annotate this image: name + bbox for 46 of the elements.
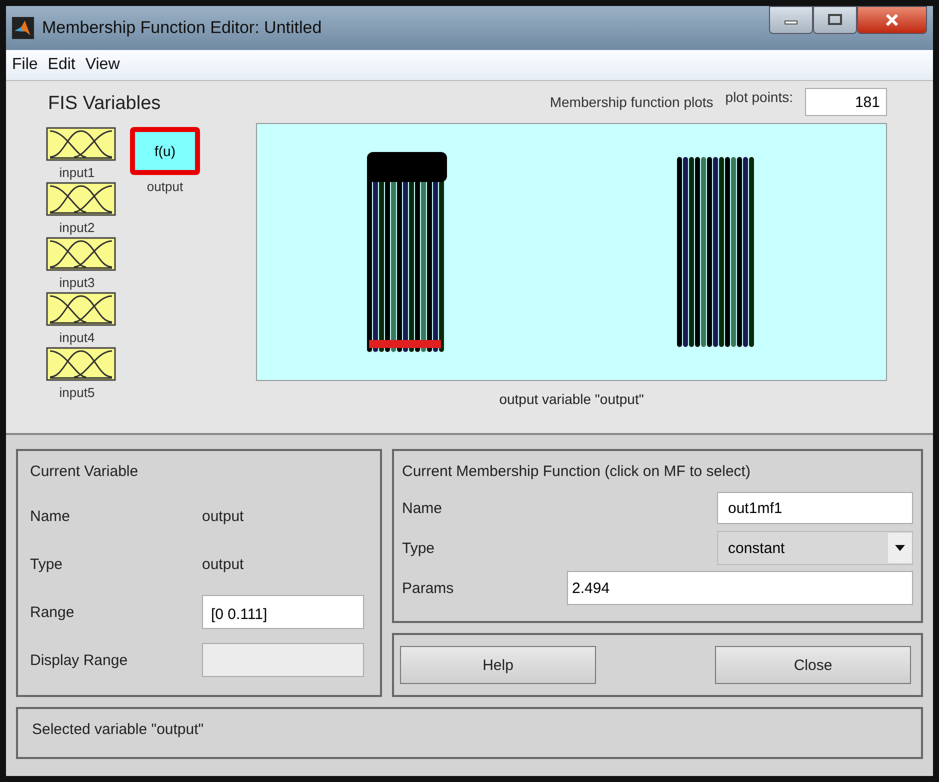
close-icon (884, 13, 900, 27)
input-variable-icon[interactable] (46, 182, 116, 216)
section-title: FIS Variables (48, 93, 162, 115)
field-label: Name (402, 500, 442, 516)
field-label: Range (30, 604, 76, 620)
field-label: Name (30, 508, 72, 524)
field-label: Type (30, 556, 64, 572)
output-variable-block[interactable]: f(u) (130, 127, 200, 175)
close-button[interactable] (857, 6, 927, 34)
variable-label: input3 (59, 275, 95, 290)
plot-title: Membership function plots (550, 94, 714, 110)
panel-title: Current Variable (30, 463, 140, 480)
dropdown-arrow-icon (895, 545, 905, 551)
maximize-icon (827, 14, 843, 26)
minimize-button[interactable] (769, 6, 813, 34)
field-label: Params (402, 580, 454, 596)
status-text: Selected variable "output" (32, 721, 204, 738)
menu-item[interactable]: File (12, 56, 38, 74)
variable-label: input2 (59, 220, 95, 235)
variable-label: output (146, 179, 184, 194)
plot-points-label: plot points: (725, 89, 793, 105)
variable-label: input4 (59, 330, 95, 345)
variable-label: input1 (59, 165, 95, 180)
name-field[interactable]: out1mf1 (717, 492, 913, 524)
plot-points-field[interactable]: 181 (805, 88, 887, 116)
input-variable-icon[interactable] (46, 237, 116, 271)
panel-title: Current Membership Function (click on MF to select) (402, 463, 752, 480)
field-label: Display Range (30, 652, 129, 668)
dialog-button[interactable]: Close (715, 646, 911, 684)
field-label: Type (402, 540, 435, 556)
field-value: output (202, 508, 244, 524)
field-value: output (202, 556, 244, 572)
plot-caption: output variable "output" (498, 391, 645, 407)
window-title: Membership Function Editor: Untitled (42, 18, 323, 38)
params-field[interactable]: 2.494 (567, 571, 913, 605)
maximize-button[interactable] (813, 6, 857, 34)
input-variable-icon[interactable] (46, 127, 116, 161)
input-variable-icon[interactable] (46, 347, 116, 381)
input-field[interactable]: [0 0.111] (202, 595, 364, 629)
menu-item[interactable]: View (85, 56, 120, 74)
app-logo-icon (12, 17, 34, 39)
variable-label: input5 (59, 385, 95, 400)
input-variable-icon[interactable] (46, 292, 116, 326)
dialog-button[interactable]: Help (400, 646, 596, 684)
menu-item[interactable]: Edit (48, 56, 76, 74)
type-dropdown[interactable]: constant (717, 531, 913, 565)
